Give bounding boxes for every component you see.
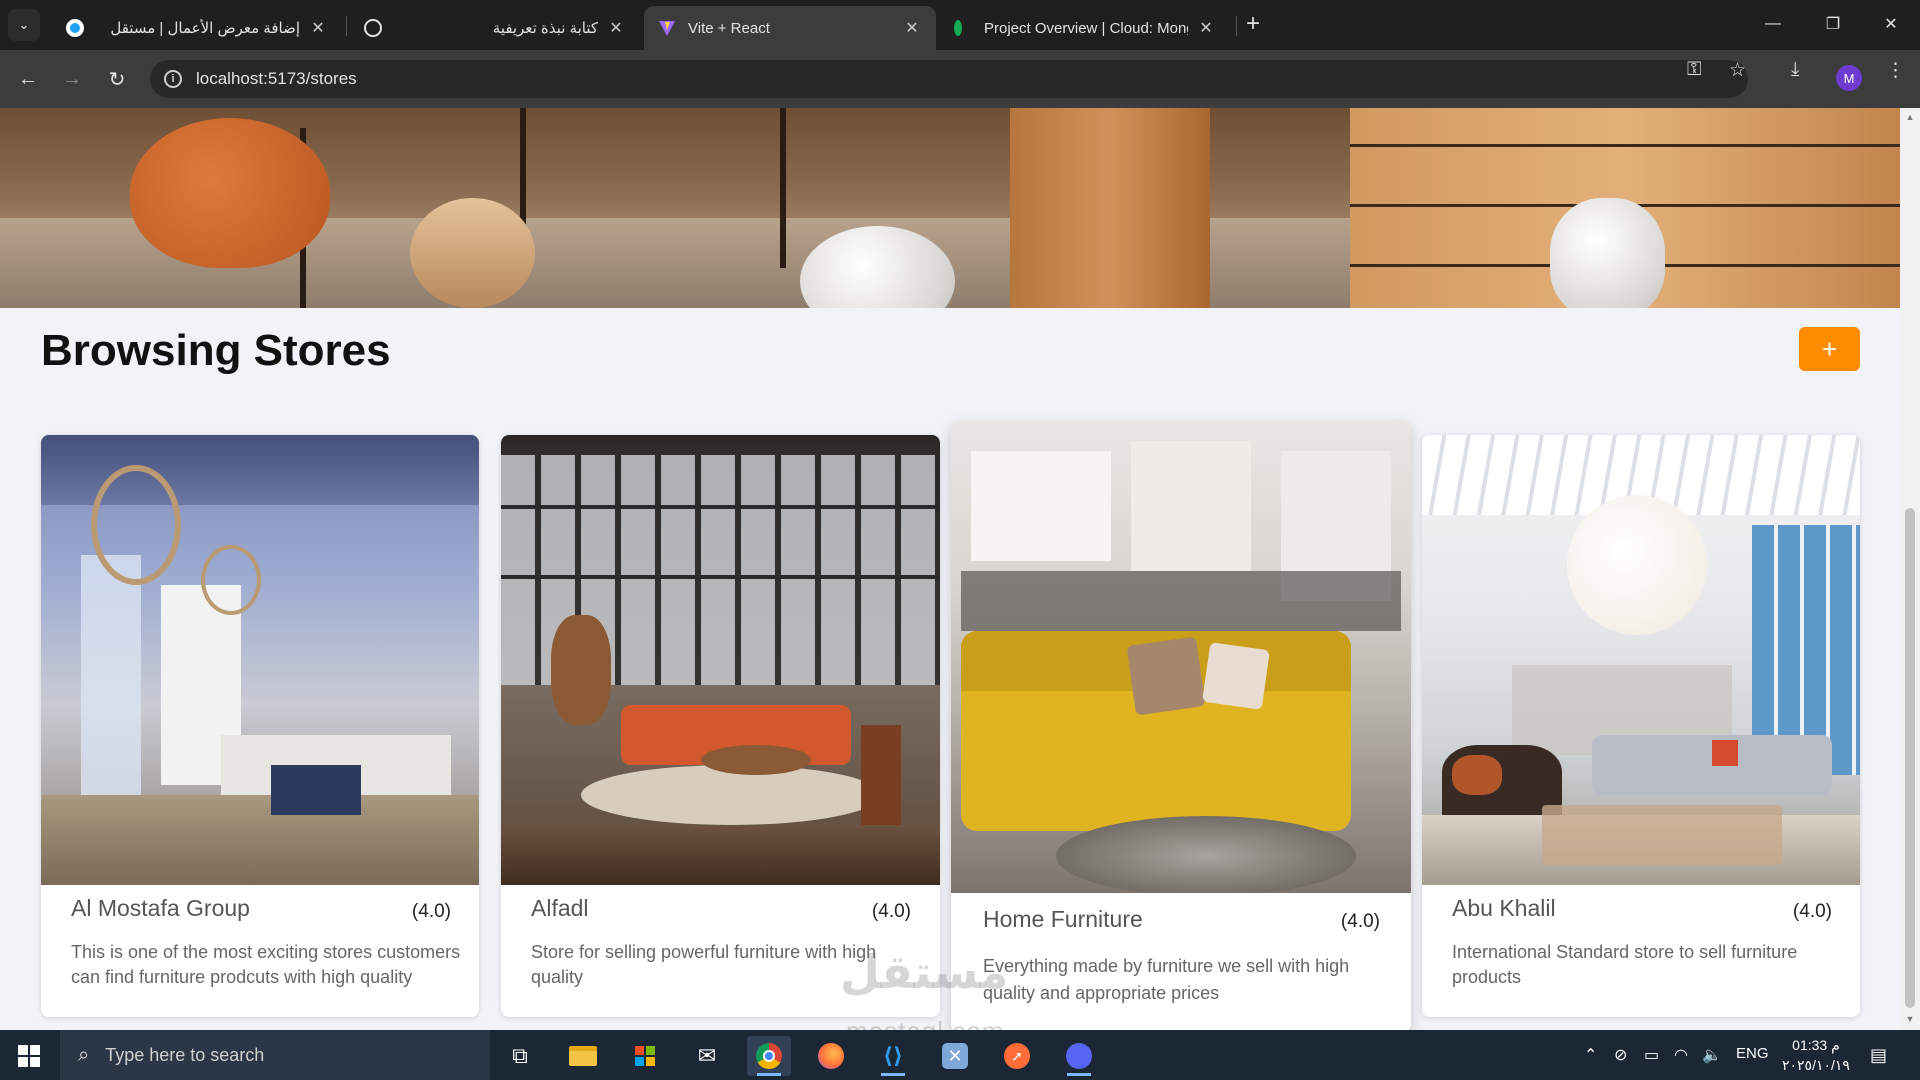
- menu-kebab-icon[interactable]: ⋮: [1886, 59, 1905, 82]
- close-tab-icon[interactable]: ✕: [902, 18, 922, 38]
- browser-toolbar: ← → ↻ i localhost:5173/stores ⚿ ☆ ⤓ M ⋮: [0, 50, 1920, 108]
- tab-strip: ⌄ إضافة معرض الأعمال | مستقل ✕ كتابة نبذ…: [0, 0, 1920, 50]
- page-title: Browsing Stores: [41, 326, 391, 375]
- clock-date: ٢٠٢٥/١٠/١٩: [1782, 1057, 1850, 1073]
- close-tab-icon[interactable]: ✕: [606, 18, 626, 38]
- task-view-icon[interactable]: ⧉: [498, 1036, 542, 1076]
- hero-stool: [410, 198, 535, 308]
- store-rating: (4.0): [1340, 911, 1380, 932]
- store-card[interactable]: Alfadl (4.0) Store for selling powerful …: [501, 435, 940, 1017]
- chevron-down-icon: ⌄: [18, 17, 30, 32]
- close-window-button[interactable]: ✕: [1868, 8, 1914, 40]
- forward-button[interactable]: →: [56, 63, 88, 95]
- tab-mongodb-cloud[interactable]: Project Overview | Cloud: Mong ✕: [940, 6, 1230, 50]
- store-description: Everything made by furniture we sell wit…: [983, 956, 1350, 1003]
- store-description: International Standard store to sell fur…: [1452, 942, 1798, 987]
- scroll-down-arrow-icon[interactable]: ▼: [1905, 1014, 1915, 1024]
- store-name[interactable]: Home Furniture: [983, 906, 1143, 933]
- store-rating: (4.0): [871, 901, 911, 922]
- hero-banner-image: [0, 108, 1900, 308]
- back-button[interactable]: ←: [12, 63, 44, 95]
- hero-chair-leg: [780, 108, 786, 268]
- taskbar-search-box[interactable]: ⌕ Type here to search: [60, 1030, 490, 1080]
- watermark-text: مستقل: [840, 946, 1009, 998]
- tab-separator: [1236, 16, 1237, 36]
- file-explorer-icon[interactable]: [561, 1036, 605, 1076]
- microsoft-store-icon[interactable]: [623, 1036, 667, 1076]
- battery-icon[interactable]: ▭: [1644, 1045, 1659, 1065]
- store-scene: [951, 421, 1411, 893]
- tab-separator: [346, 16, 347, 36]
- profile-avatar[interactable]: M: [1836, 65, 1862, 91]
- volume-icon[interactable]: 🔈: [1702, 1045, 1722, 1065]
- postman-icon[interactable]: ➚: [995, 1036, 1039, 1076]
- bookmark-star-icon[interactable]: ☆: [1729, 59, 1746, 82]
- store-rating: (4.0): [411, 901, 451, 922]
- close-tab-icon[interactable]: ✕: [1196, 18, 1216, 38]
- windows-taskbar: ⌕ Type here to search ⧉ ✉ ⟨⟩ ✕ ➚ ⌃ ⊘ ▭ ◠…: [0, 1030, 1920, 1080]
- new-tab-button[interactable]: +: [1246, 12, 1260, 36]
- mail-icon[interactable]: ✉: [685, 1036, 729, 1076]
- discord-icon[interactable]: [1057, 1036, 1101, 1076]
- scrollbar-thumb[interactable]: [1905, 508, 1915, 1008]
- chatgpt-favicon-icon: [364, 19, 382, 37]
- store-scene: [1422, 435, 1860, 885]
- site-info-icon[interactable]: i: [164, 70, 182, 88]
- firefox-icon[interactable]: [809, 1036, 853, 1076]
- clock-time: 01:33 م: [1792, 1037, 1840, 1053]
- search-icon: ⌕: [78, 1043, 90, 1066]
- input-language-indicator[interactable]: ENG: [1736, 1045, 1769, 1062]
- notifications-icon[interactable]: ▤: [1870, 1045, 1887, 1066]
- store-image: [1422, 435, 1860, 885]
- scroll-up-arrow-icon[interactable]: ▲: [1905, 112, 1915, 122]
- store-card[interactable]: Al Mostafa Group (4.0) This is one of th…: [41, 435, 479, 1017]
- store-image: [41, 435, 479, 885]
- add-store-button[interactable]: +: [1799, 327, 1860, 371]
- tab-bio-writing[interactable]: كتابة نبذة تعريفية ✕: [350, 6, 640, 50]
- windows-start-icon[interactable]: [18, 1045, 40, 1067]
- download-icon[interactable]: ⤓: [1791, 59, 1799, 81]
- store-description: This is one of the most exciting stores …: [71, 942, 461, 987]
- store-name[interactable]: Abu Khalil: [1452, 895, 1556, 922]
- taskbar-search-placeholder: Type here to search: [105, 1044, 265, 1065]
- tab-search-button[interactable]: ⌄: [8, 9, 40, 41]
- hero-table: [1010, 108, 1210, 308]
- hero-white-vase: [1550, 198, 1665, 308]
- wifi-icon[interactable]: ◠: [1674, 1045, 1688, 1065]
- hero-orange-chair: [130, 118, 330, 268]
- restore-window-button[interactable]: ❐: [1810, 8, 1856, 40]
- store-name[interactable]: Alfadl: [531, 895, 589, 922]
- system-clock[interactable]: 01:33 م ٢٠٢٥/١٠/١٩: [1782, 1035, 1850, 1075]
- reload-button[interactable]: ↻: [101, 63, 133, 95]
- store-scene: [41, 435, 479, 885]
- show-hidden-icons-icon[interactable]: ⌃: [1584, 1045, 1597, 1065]
- chrome-icon[interactable]: [747, 1036, 791, 1076]
- network-muted-icon[interactable]: ⊘: [1614, 1045, 1627, 1065]
- vscode-icon[interactable]: ⟨⟩: [871, 1036, 915, 1076]
- close-tab-icon[interactable]: ✕: [308, 18, 328, 38]
- address-bar[interactable]: i localhost:5173/stores: [150, 60, 1748, 98]
- store-rating: (4.0): [1792, 901, 1832, 922]
- mostaql-favicon-icon: [66, 19, 84, 37]
- hero-cabinet-line: [1350, 144, 1900, 147]
- minimize-window-button[interactable]: —: [1750, 8, 1796, 40]
- page-viewport: Browsing Stores + Al Mostafa Group (4.0)…: [0, 108, 1900, 1030]
- store-card[interactable]: Abu Khalil (4.0) International Standard …: [1422, 435, 1860, 1017]
- password-key-icon[interactable]: ⚿: [1687, 59, 1701, 81]
- vite-favicon-icon: [658, 19, 676, 37]
- store-scene: [501, 435, 940, 885]
- mongodb-leaf-icon: [954, 20, 962, 36]
- store-name[interactable]: Al Mostafa Group: [71, 895, 250, 922]
- tab-mostaql-portfolio[interactable]: إضافة معرض الأعمال | مستقل ✕: [52, 6, 342, 50]
- store-image: [951, 421, 1411, 893]
- tab-vite-react[interactable]: Vite + React ✕: [644, 6, 936, 50]
- xampp-icon[interactable]: ✕: [933, 1036, 977, 1076]
- store-image: [501, 435, 940, 885]
- url-text[interactable]: localhost:5173/stores: [196, 69, 357, 89]
- page-scrollbar[interactable]: ▲ ▼: [1900, 108, 1920, 1030]
- store-card[interactable]: Home Furniture (4.0) Everything made by …: [951, 421, 1411, 1030]
- mostaql-watermark-logo: مستقل: [840, 945, 1008, 999]
